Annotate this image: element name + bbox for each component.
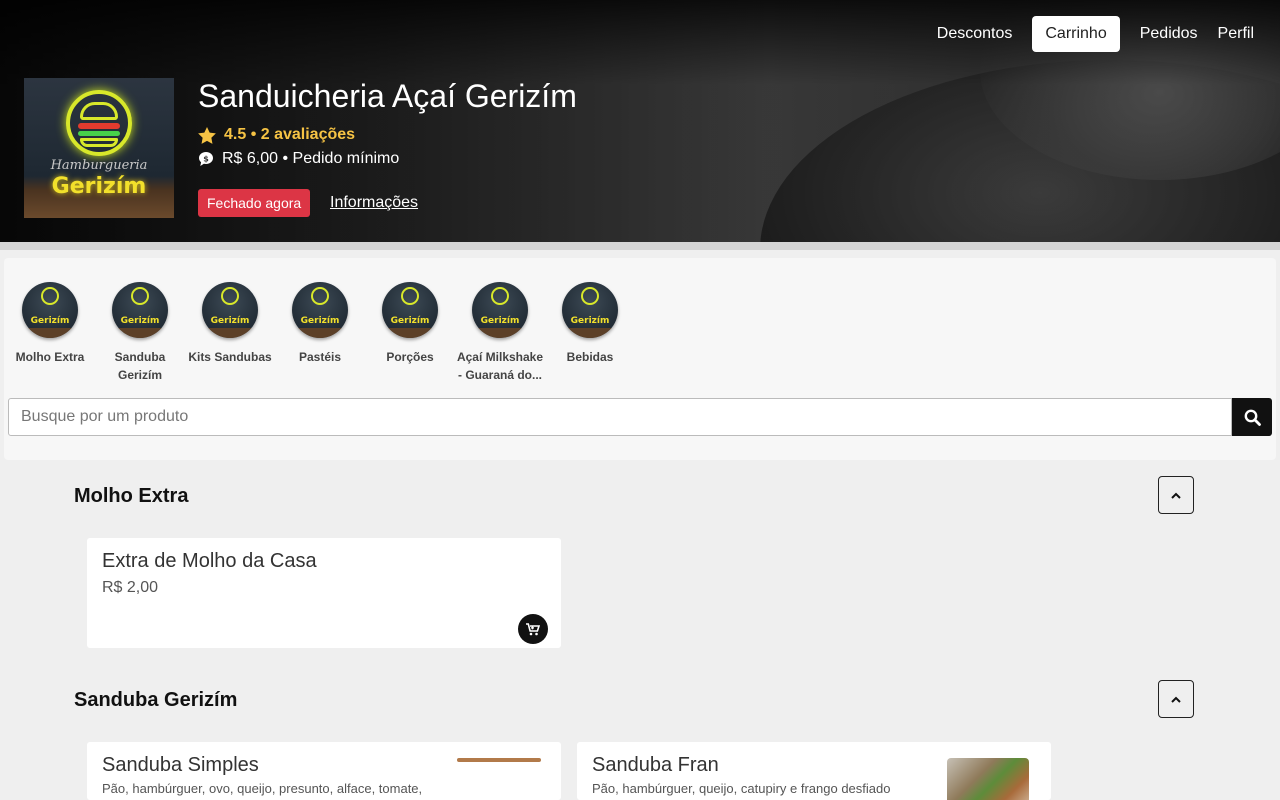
product-name: Extra de Molho da Casa: [102, 550, 317, 572]
product-card[interactable]: Sanduba Fran Pão, hambúrguer, queijo, ca…: [577, 742, 1051, 800]
mini-logo-ring: [581, 287, 599, 305]
mini-logo-ring: [221, 287, 239, 305]
mini-logo-ring: [311, 287, 329, 305]
logo-burger-lettuce: [78, 131, 120, 136]
section-title-sanduba-gerizim: Sanduba Gerizím: [74, 689, 238, 711]
logo-burger-icon: [80, 102, 118, 120]
star-icon: [198, 126, 216, 144]
chevron-up-icon: [1171, 696, 1181, 703]
logo-script-text: Hamburgueria: [50, 158, 148, 173]
product-card[interactable]: Extra de Molho da Casa R$ 2,00: [87, 538, 561, 648]
category-thumbnail: Gerizím: [292, 282, 348, 338]
mini-logo-wood: [472, 328, 528, 338]
nav-pedidos[interactable]: Pedidos: [1130, 16, 1208, 52]
product-card[interactable]: Sanduba Simples Pão, hambúrguer, ovo, qu…: [87, 742, 561, 800]
cart-icon: [526, 622, 540, 635]
logo-burger-bun: [80, 138, 118, 147]
category-label: Molho Extra: [15, 350, 85, 364]
store-logo: Hamburgueria Gerizím: [24, 78, 174, 218]
logo-brand-text: Gerizím: [51, 174, 147, 199]
mini-logo-text: Gerizím: [120, 316, 160, 326]
category-label: Açaí Milkshake - Guaraná do...: [456, 350, 544, 382]
category-label: Bebidas: [566, 350, 614, 364]
product-price: R$ 2,00: [102, 579, 159, 596]
mini-logo-text: Gerizím: [30, 316, 70, 326]
mini-logo-ring: [401, 287, 419, 305]
category-thumbnail: Gerizím: [472, 282, 528, 338]
product-name: Sanduba Fran: [592, 754, 719, 776]
chevron-up-icon: [1171, 492, 1181, 499]
mini-logo-wood: [562, 328, 618, 338]
nav-perfil[interactable]: Perfil: [1208, 16, 1264, 52]
collapse-button-molho-extra[interactable]: [1158, 476, 1194, 514]
category-porcoes[interactable]: Gerizím Porções: [365, 282, 455, 366]
store-header: Descontos Carrinho Pedidos Perfil Hambur…: [0, 0, 1280, 242]
mini-logo-ring: [491, 287, 509, 305]
mini-logo-wood: [202, 328, 258, 338]
product-image: [947, 758, 1029, 800]
product-search: [8, 398, 1272, 436]
category-thumbnail: Gerizím: [202, 282, 258, 338]
product-description: Pão, hambúrguer, queijo, catupiry e fran…: [592, 781, 891, 796]
logo-burger-patty: [78, 123, 120, 129]
section-title-molho-extra: Molho Extra: [74, 485, 189, 507]
mini-logo-text: Gerizím: [390, 316, 430, 326]
add-to-cart-button[interactable]: [518, 614, 548, 644]
mini-logo-wood: [22, 328, 78, 338]
mini-logo-text: Gerizím: [570, 316, 610, 326]
mini-logo-ring: [41, 287, 59, 305]
category-sanduba-gerizim[interactable]: Gerizím Sanduba Gerizím: [95, 282, 185, 384]
category-thumbnail: Gerizím: [382, 282, 438, 338]
category-label: Pastéis: [298, 350, 342, 364]
search-button[interactable]: [1232, 398, 1272, 436]
category-molho-extra[interactable]: Gerizím Molho Extra: [5, 282, 95, 366]
info-link[interactable]: Informações: [330, 194, 418, 212]
category-label: Sanduba Gerizím: [114, 350, 166, 382]
category-kits-sandubas[interactable]: Gerizím Kits Sandubas: [185, 282, 275, 366]
rating-text: 4.5 • 2 avaliações: [224, 126, 356, 143]
mini-logo-text: Gerizím: [210, 316, 250, 326]
category-thumbnail: Gerizím: [22, 282, 78, 338]
money-icon: $: [199, 152, 213, 166]
mini-logo-wood: [382, 328, 438, 338]
search-input[interactable]: [8, 398, 1232, 436]
mini-logo-text: Gerizím: [300, 316, 340, 326]
product-description: Pão, hambúrguer, ovo, queijo, presunto, …: [102, 781, 423, 796]
top-navigation: Descontos Carrinho Pedidos Perfil: [927, 16, 1264, 52]
header-divider: [0, 242, 1280, 250]
category-label: Porções: [386, 350, 434, 364]
store-rating: 4.5 • 2 avaliações: [198, 126, 355, 144]
store-name: Sanduicheria Açaí Gerizím: [198, 78, 577, 114]
product-image: [457, 758, 541, 762]
svg-text:$: $: [203, 155, 209, 164]
category-pasteis[interactable]: Gerizím Pastéis: [275, 282, 365, 366]
status-badge: Fechado agora: [198, 189, 311, 217]
mini-logo-ring: [131, 287, 149, 305]
category-thumbnail: Gerizím: [112, 282, 168, 338]
product-name: Sanduba Simples: [102, 754, 259, 776]
category-acai-milkshake[interactable]: Gerizím Açaí Milkshake - Guaraná do...: [455, 282, 545, 384]
category-label: Kits Sandubas: [188, 350, 272, 364]
mini-logo-wood: [292, 328, 348, 338]
min-order-text: R$ 6,00 • Pedido mínimo: [222, 150, 400, 167]
nav-descontos[interactable]: Descontos: [927, 16, 1023, 52]
mini-logo-text: Gerizím: [480, 316, 520, 326]
category-bebidas[interactable]: Gerizím Bebidas: [545, 282, 635, 366]
store-min-order: $ R$ 6,00 • Pedido mínimo: [198, 150, 399, 168]
category-thumbnail: Gerizím: [562, 282, 618, 338]
nav-carrinho-button[interactable]: Carrinho: [1032, 16, 1120, 52]
search-icon: [1244, 409, 1261, 426]
mini-logo-wood: [112, 328, 168, 338]
collapse-button-sanduba-gerizim[interactable]: [1158, 680, 1194, 718]
